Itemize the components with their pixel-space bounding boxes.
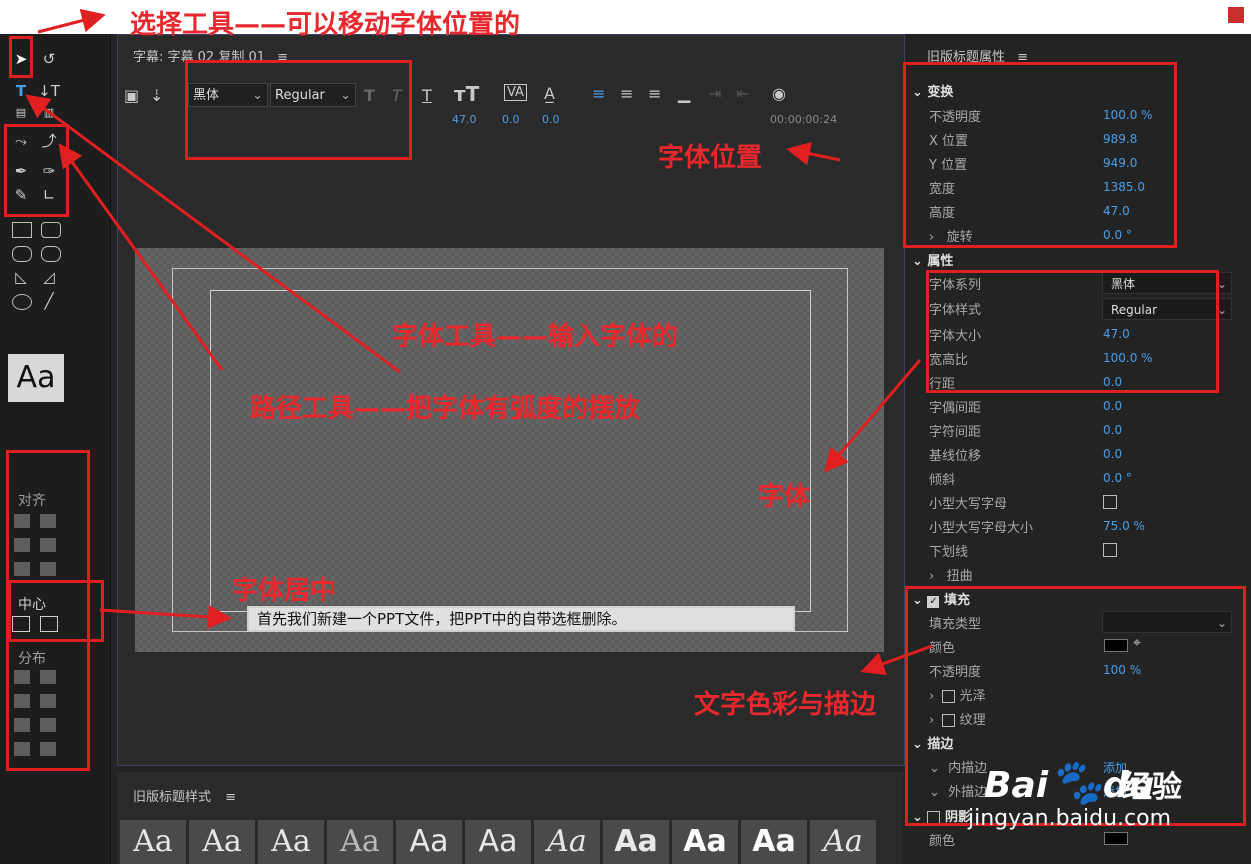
watermark-bai: Bai bbox=[984, 765, 1049, 806]
annotation-path-tool: 路径工具——把字体有弧度的摆放 bbox=[250, 394, 641, 424]
annotation-arrows bbox=[25, 8, 933, 676]
annotation-select-tool: 选择工具——可以移动字体位置的 bbox=[130, 10, 521, 40]
watermark-url: jingyan.baidu.com bbox=[968, 806, 1172, 831]
watermark-jingyan: 经验 bbox=[1122, 770, 1182, 805]
annotation-type-tool: 字体工具——输入字体的 bbox=[392, 322, 679, 352]
arrow-type bbox=[25, 94, 401, 374]
arrow-center bbox=[99, 604, 232, 629]
watermark-paw-icon: 🐾 bbox=[1048, 757, 1103, 808]
arrow-select bbox=[37, 8, 106, 34]
annotation-color-stroke: 文字色彩与描边 bbox=[694, 690, 877, 720]
annotation-center: 字体居中 bbox=[232, 576, 337, 606]
arrow-position bbox=[786, 141, 841, 166]
annotation-font: 字体 bbox=[758, 482, 811, 512]
arrow-fill bbox=[860, 644, 933, 676]
arrow-font bbox=[824, 359, 922, 473]
annotation-font-position: 字体位置 bbox=[658, 143, 763, 173]
